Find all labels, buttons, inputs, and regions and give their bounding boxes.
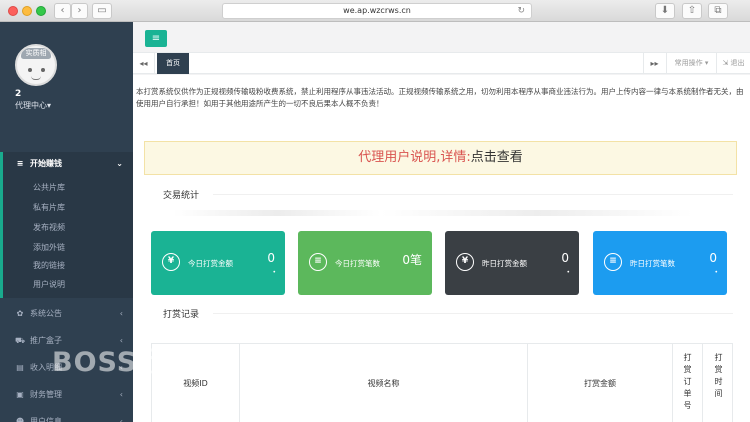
stat-card-label: 昨日打赏金额 <box>482 259 527 268</box>
table-header-amount: 打赏金额 <box>528 344 673 422</box>
stat-card-label: 昨日打赏笔数 <box>630 259 675 268</box>
sidebar-subitem-my-links[interactable]: 我的链接 <box>33 258 65 274</box>
table-header-time: 打赏时间 <box>714 353 723 398</box>
stat-card-dot: • <box>272 269 276 276</box>
sidebar-item-announcements[interactable]: ✿ 系统公告 ‹ <box>0 304 133 324</box>
stat-card-today-count: ≡ 今日打赏笔数 0笔 <box>298 231 432 295</box>
chevron-left-icon: ‹ <box>119 309 123 318</box>
address-bar[interactable]: we.ap.wzcrws.cn ↻ <box>222 3 532 19</box>
tabs-scroll-left-button[interactable]: ◂◂ <box>133 53 155 74</box>
url-text: we.ap.wzcrws.cn <box>343 6 411 15</box>
chevron-down-icon: ⌄ <box>116 159 123 168</box>
stats-section-title: 交易统计 <box>163 191 200 201</box>
avatar[interactable]: 实质相 <box>15 44 57 86</box>
sidebar-item-label: 财务管理 <box>30 390 62 399</box>
car-icon: ⛟ <box>15 336 26 345</box>
list-circle-icon: ≡ <box>604 253 622 271</box>
sidebar-item-label: 系统公告 <box>30 309 62 318</box>
page-content: 本打赏系统仅供作为正规视频传输吸粉收费系统，禁止利用程序从事违法活动。正规视频传… <box>133 75 750 422</box>
section-divider <box>213 194 733 195</box>
reload-icon[interactable]: ↻ <box>517 4 525 18</box>
gear-icon: ✿ <box>16 309 24 318</box>
sidebar-item-start-earning[interactable]: ≡ 开始赚钱 ⌄ <box>0 154 133 174</box>
sidebar-subitem-user-guide[interactable]: 用户说明 <box>33 277 65 293</box>
chevron-left-icon: ‹ <box>119 390 123 399</box>
stat-card-label: 今日打赏笔数 <box>335 259 380 268</box>
minimize-window-button[interactable] <box>22 6 32 16</box>
avatar-cap: 实质相 <box>21 48 51 59</box>
avatar-eye <box>41 68 45 72</box>
stat-card-value: 0笔 <box>402 253 422 267</box>
table-header-order-no: 打赏订单号 <box>673 344 703 422</box>
chevron-left-icon: ‹ <box>119 417 123 422</box>
tabs-overview-icon[interactable]: ⧉ <box>708 3 728 19</box>
sidebar-item-user-info[interactable]: ☻ 用户信息 ‹ <box>0 412 133 422</box>
menu-toggle-button[interactable]: ≡ <box>145 30 167 47</box>
download-icon[interactable]: ⬇ <box>655 3 675 19</box>
sidebar-item-label: 用户信息 <box>30 417 62 422</box>
common-ops-dropdown[interactable]: 常用操作 ▾ <box>666 53 716 74</box>
users-icon: ☻ <box>15 417 25 422</box>
tab-home[interactable]: 首页 <box>157 53 189 74</box>
watermark-logo: BOSS 资源 <box>52 347 204 378</box>
browser-toolbar: ‹ › ▭ we.ap.wzcrws.cn ↻ ⬇ ⇧ ⧉ <box>0 0 750 22</box>
logout-button[interactable]: ⇲ 退出 <box>716 53 750 74</box>
stat-card-dot: • <box>566 269 570 276</box>
records-table: 视频ID 视频名称 打赏金额 打赏订单号 打赏时间 <box>151 343 733 422</box>
blurred-region <box>173 210 693 216</box>
forward-button[interactable]: › <box>71 3 88 19</box>
sidebar-item-finance[interactable]: ▣ 财务管理 ‹ <box>0 385 133 405</box>
tabs-scroll-right-button[interactable]: ▸▸ <box>643 53 665 74</box>
close-window-button[interactable] <box>8 6 18 16</box>
records-section-title: 打赏记录 <box>163 310 200 320</box>
sidebar-toggle-icon[interactable]: ▭ <box>92 3 112 19</box>
sidebar-subitem-private-library[interactable]: 私有片库 <box>33 200 65 216</box>
username: 2 <box>15 89 22 99</box>
sidebar-item-label: 开始赚钱 <box>30 159 62 168</box>
disclaimer-text: 本打赏系统仅供作为正规视频传输吸粉收费系统，禁止利用程序从事违法活动。正规视频传… <box>136 87 744 108</box>
avatar-eye <box>28 68 32 72</box>
avatar-mouth <box>31 76 41 80</box>
top-bar: ≡ <box>133 22 750 53</box>
table-header-video-name: 视频名称 <box>240 344 528 422</box>
stat-card-dot: • <box>714 269 718 276</box>
stat-card-label: 今日打赏金额 <box>188 259 233 268</box>
yen-icon: ¥ <box>162 253 180 271</box>
agent-guide-banner[interactable]: 代理用户说明,详情:点击查看 <box>144 141 737 175</box>
stat-card-value: 0 <box>267 251 275 265</box>
zoom-window-button[interactable] <box>36 6 46 16</box>
stat-card-yesterday-count: ≡ 昨日打赏笔数 0 • <box>593 231 727 295</box>
main-area: ≡ ◂◂ 首页 ▸▸ 常用操作 ▾ ⇲ 退出 本打赏系统仅供作为正规视频传输吸粉… <box>133 22 750 422</box>
stat-card-yesterday-amount: ¥ 昨日打赏金额 0 • <box>445 231 579 295</box>
sidebar-subitem-publish-video[interactable]: 发布视频 <box>33 220 65 236</box>
layers-icon: ≡ <box>16 159 24 168</box>
briefcase-icon: ▣ <box>16 390 24 399</box>
list-circle-icon: ≡ <box>309 253 327 271</box>
stat-card-value: 0 <box>709 251 717 265</box>
tab-bar: ◂◂ 首页 ▸▸ 常用操作 ▾ ⇲ 退出 <box>133 53 750 74</box>
share-icon[interactable]: ⇧ <box>682 3 702 19</box>
banner-link[interactable]: 点击查看 <box>471 150 523 165</box>
banner-label: 代理用户说明,详情: <box>358 150 471 165</box>
sidebar-subitem-add-external-link[interactable]: 添加外链 <box>33 240 65 256</box>
sidebar-subitem-public-library[interactable]: 公共片库 <box>33 180 65 196</box>
section-divider <box>213 313 733 314</box>
yen-icon: ¥ <box>456 253 474 271</box>
list-icon: ▤ <box>16 363 24 372</box>
stat-card-today-amount: ¥ 今日打赏金额 0 • <box>151 231 285 295</box>
agent-center-dropdown[interactable]: 代理中心▾ <box>15 100 51 111</box>
stat-card-value: 0 <box>561 251 569 265</box>
back-button[interactable]: ‹ <box>54 3 71 19</box>
